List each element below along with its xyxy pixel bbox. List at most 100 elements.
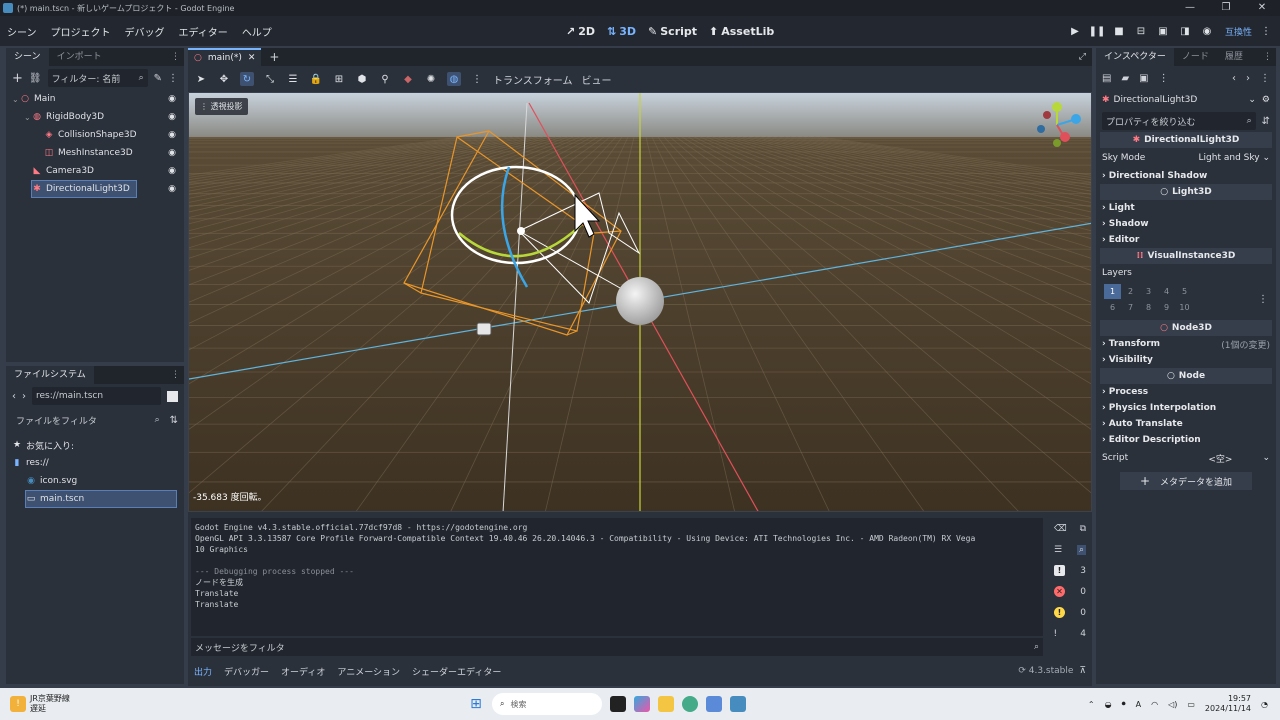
volume-icon[interactable]: ◁) <box>1168 700 1177 709</box>
layer-toggle[interactable]: 5 <box>1176 284 1193 299</box>
object-selector[interactable]: ✱ DirectionalLight3D ⌄ ⚙ <box>1096 90 1276 110</box>
move-tool-icon[interactable]: ✥ <box>217 72 231 86</box>
scene-node-row[interactable]: ◣ Camera3D ◉ <box>6 162 184 180</box>
visibility-eye-icon[interactable]: ◉ <box>168 112 176 122</box>
add-tab-icon[interactable]: + <box>269 50 279 64</box>
history-back-icon[interactable]: ‹ <box>1232 73 1236 84</box>
link-icon[interactable]: ⛓ <box>29 73 42 84</box>
environment-preview-icon[interactable]: ✺ <box>424 72 438 86</box>
mic-icon[interactable]: ⏺ <box>1122 699 1126 709</box>
open-resource-icon[interactable]: ▰ <box>1121 73 1129 84</box>
globe-icon[interactable]: ◍ <box>447 72 461 86</box>
resource-menu-icon[interactable]: ⋮ <box>1159 73 1169 84</box>
search-toggle-icon[interactable]: ⌕ <box>1076 544 1086 555</box>
layer-toggle[interactable]: 4 <box>1158 284 1175 299</box>
inspector-menu-icon[interactable]: ⋮ <box>1263 52 1272 62</box>
history-menu-icon[interactable]: ⋮ <box>1260 73 1270 84</box>
3d-viewport[interactable]: ⋮ 透視投影 -35.683 度回転。 <box>188 92 1092 512</box>
wifi-icon[interactable]: ◠ <box>1151 700 1158 709</box>
snap-icon[interactable]: ⚲ <box>378 72 392 86</box>
list-select-icon[interactable]: ☰ <box>286 72 300 86</box>
network-icon[interactable]: ◒ <box>1105 700 1112 709</box>
distraction-free-icon[interactable]: ⤢ <box>1079 52 1086 62</box>
task-view-icon[interactable] <box>610 696 626 712</box>
tab-node[interactable]: ノード <box>1174 48 1217 66</box>
fs-path-input[interactable]: res://main.tscn <box>32 387 161 405</box>
layer-toggle[interactable]: 9 <box>1158 300 1175 315</box>
visibility-eye-icon[interactable]: ◉ <box>168 166 176 176</box>
add-metadata-button[interactable]: + メタデータを追加 <box>1120 472 1252 490</box>
play-custom-icon[interactable]: ◨ <box>1177 23 1193 39</box>
menu-scene[interactable]: シーン <box>0 24 44 39</box>
filter-info[interactable]: ǃ4 <box>1048 623 1092 644</box>
filter-options-icon[interactable]: ⇵ <box>1262 116 1270 127</box>
view-menu[interactable]: ビュー <box>582 72 612 87</box>
filter-messages[interactable]: ! 3 <box>1048 560 1092 581</box>
layer-toggle[interactable]: 1 <box>1104 284 1121 299</box>
property-filter-input[interactable]: プロパティを絞り込む ⌕ <box>1102 112 1256 130</box>
tab-audio[interactable]: オーディオ <box>275 665 331 678</box>
sun-preview-icon[interactable]: ◆ <box>401 72 415 86</box>
visibility-eye-icon[interactable]: ◉ <box>168 184 176 194</box>
tab-script[interactable]: ✎ Script <box>648 25 697 38</box>
sky-mode-select[interactable]: Light and Sky ⌄ <box>1199 153 1270 163</box>
section-process[interactable]: › Process <box>1096 384 1276 400</box>
menu-debug[interactable]: デバッグ <box>118 24 172 39</box>
tab-debugger[interactable]: デバッガー <box>218 665 275 678</box>
sort-icon[interactable]: ⇅ <box>170 415 178 426</box>
chrome-icon[interactable] <box>682 696 698 712</box>
scene-menu-icon[interactable]: ⋮ <box>168 73 178 84</box>
section-auto-translate[interactable]: › Auto Translate <box>1096 416 1276 432</box>
script-value[interactable]: <空> <box>1208 452 1232 465</box>
lock-icon[interactable]: 🔒 <box>309 72 323 86</box>
taskbar-search[interactable]: ⌕ 検索 <box>492 693 602 715</box>
menu-editor[interactable]: エディター <box>172 24 235 39</box>
copy-icon[interactable]: ⧉ <box>1080 524 1086 534</box>
tab-filesystem[interactable]: ファイルシステム <box>6 366 94 384</box>
dock-menu-icon[interactable]: ⋮ <box>171 52 180 62</box>
fs-item-row[interactable]: ★ お気に入り: <box>6 436 184 454</box>
object-settings-icon[interactable]: ⚙ <box>1262 95 1270 105</box>
expand-icon[interactable]: ⌄ <box>12 95 20 104</box>
tab-shader-editor[interactable]: シェーダーエディター <box>406 665 507 678</box>
section-editor[interactable]: › Editor <box>1096 232 1276 248</box>
pin-panel-icon[interactable]: ⊼ <box>1079 666 1086 676</box>
menu-help[interactable]: ヘルプ <box>235 24 279 39</box>
layer-toggle[interactable]: 6 <box>1104 300 1121 315</box>
clear-icon[interactable]: ⌫ <box>1054 524 1067 534</box>
tab-scene[interactable]: シーン <box>6 48 49 66</box>
forward-icon[interactable]: › <box>22 391 26 402</box>
copilot-icon[interactable] <box>634 696 650 712</box>
back-icon[interactable]: ‹ <box>12 391 16 402</box>
ime-icon[interactable]: A <box>1136 700 1141 709</box>
renderer-select[interactable]: 互換性 <box>1225 25 1252 38</box>
group-icon[interactable]: ⊞ <box>332 72 346 86</box>
scene-node-row[interactable]: ⌄ ○ Main ◉ <box>6 90 184 108</box>
layer-toggle[interactable]: 10 <box>1176 300 1193 315</box>
pause-icon[interactable]: ❚❚ <box>1089 23 1106 39</box>
fs-filter-input[interactable]: ファイルをフィルタ ⌕ <box>12 411 164 429</box>
chevron-down-icon[interactable]: ⌄ <box>1262 453 1270 463</box>
tab-inspector[interactable]: インスペクター <box>1096 48 1174 66</box>
visibility-eye-icon[interactable]: ◉ <box>168 94 176 104</box>
section-visibility[interactable]: › Visibility <box>1096 352 1276 368</box>
menu-project[interactable]: プロジェクト <box>44 24 118 39</box>
visibility-eye-icon[interactable]: ◉ <box>168 130 176 140</box>
layer-toggle[interactable]: 7 <box>1122 300 1139 315</box>
filter-errors[interactable]: ✕ 0 <box>1048 581 1092 602</box>
fs-item-row[interactable]: ▮ res:// <box>6 454 184 472</box>
play-scene-icon[interactable]: ▣ <box>1155 23 1171 39</box>
scene-node-row[interactable]: ◈ CollisionShape3D ◉ <box>6 126 184 144</box>
scene-tab-main[interactable]: ○ main(*) ✕ <box>188 48 262 66</box>
remote-debug-icon[interactable]: ⊟ <box>1133 23 1149 39</box>
start-icon[interactable]: ⊞ <box>468 696 484 712</box>
scene-filter-input[interactable]: フィルター: 名前 ⌕ <box>47 69 148 87</box>
message-filter-input[interactable]: メッセージをフィルタ ⌕ <box>191 638 1043 656</box>
more-icon[interactable]: ⋮ <box>1258 23 1274 39</box>
section-editor-description[interactable]: › Editor Description <box>1096 432 1276 448</box>
fs-item-row[interactable]: ◉ icon.svg <box>6 472 184 490</box>
layers-menu-icon[interactable]: ⋮ <box>1258 294 1268 305</box>
toolbar-more-icon[interactable]: ⋮ <box>470 72 484 86</box>
scene-node-row[interactable]: ◫ MeshInstance3D ◉ <box>6 144 184 162</box>
scale-tool-icon[interactable]: ⤡ <box>263 72 277 86</box>
